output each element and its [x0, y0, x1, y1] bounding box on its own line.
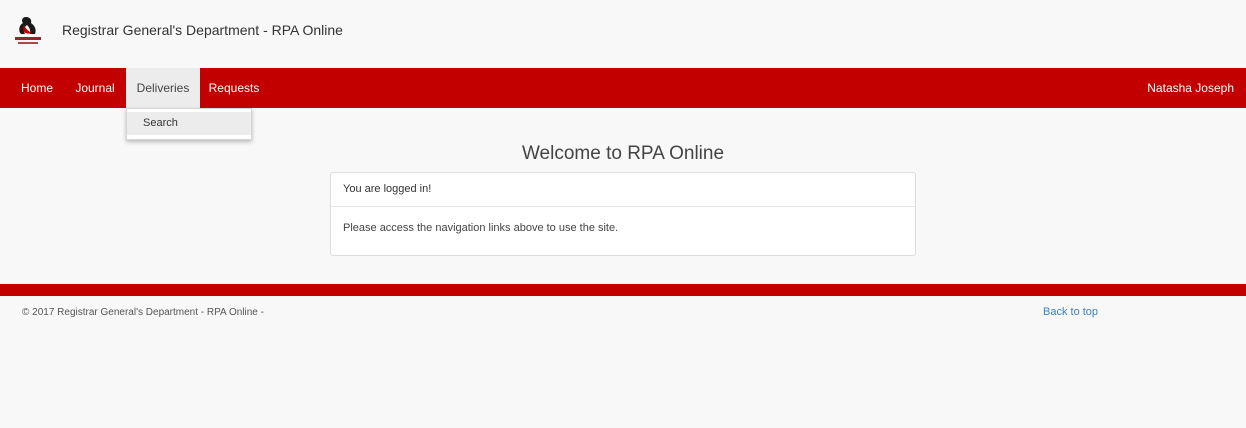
main-navbar: Home Journal Deliveries Requests Natasha… — [0, 68, 1246, 108]
status-panel: You are logged in! Please access the nav… — [330, 172, 916, 256]
deliveries-dropdown: Search — [126, 108, 252, 140]
nav-home[interactable]: Home — [12, 68, 62, 108]
nav-deliveries[interactable]: Deliveries — [126, 68, 200, 108]
nav-requests[interactable]: Requests — [202, 68, 266, 108]
site-header: Registrar General's Department - RPA Onl… — [0, 0, 1246, 68]
panel-body: Please access the navigation links above… — [343, 222, 619, 234]
user-menu[interactable]: Natasha Joseph — [1147, 68, 1234, 108]
rgd-seal-icon[interactable] — [13, 13, 43, 49]
footer-divider — [0, 284, 1246, 296]
site-title[interactable]: Registrar General's Department - RPA Onl… — [62, 22, 343, 38]
dropdown-item-search[interactable]: Search — [127, 112, 251, 135]
panel-heading: You are logged in! — [331, 173, 915, 207]
nav-journal[interactable]: Journal — [66, 68, 124, 108]
footer-copyright: © 2017 Registrar General's Department - … — [22, 307, 264, 318]
page-title: Welcome to RPA Online — [521, 143, 725, 164]
back-to-top-link[interactable]: Back to top — [1043, 306, 1098, 318]
